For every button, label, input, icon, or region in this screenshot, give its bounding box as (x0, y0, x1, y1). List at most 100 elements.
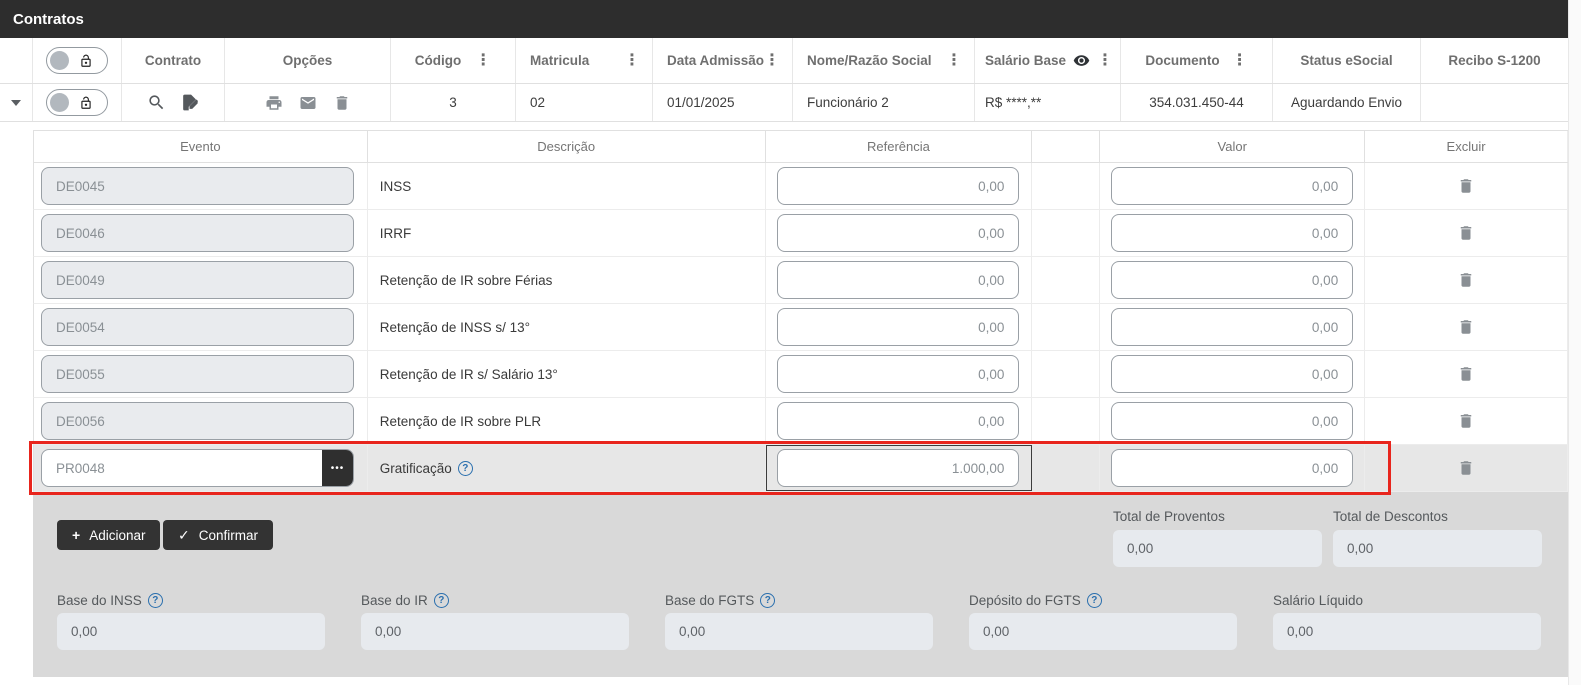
event-code-input[interactable] (42, 450, 322, 486)
event-code-input[interactable] (42, 403, 353, 439)
data-admissao-cell: 01/01/2025 (653, 84, 793, 121)
referencia-input[interactable] (777, 167, 1020, 205)
help-icon[interactable]: ? (433, 593, 449, 608)
valor-input[interactable] (1111, 214, 1354, 252)
visibility-eye-icon[interactable] (1073, 52, 1090, 69)
excluir-cell (1365, 304, 1568, 350)
row-lock-toggle-cell (33, 84, 122, 121)
excluir-cell (1365, 257, 1568, 303)
base-ir-label: Base do IR ? (361, 593, 449, 608)
deposito-fgts-label: Depósito do FGTS ? (969, 593, 1102, 608)
valor-cell (1100, 210, 1366, 256)
event-description: Retenção de INSS s/ 13° (379, 319, 531, 335)
valor-input[interactable] (1111, 355, 1354, 393)
toggle-knob (50, 93, 69, 112)
referencia-input[interactable] (777, 261, 1020, 299)
lock-toggle[interactable] (46, 47, 108, 74)
event-description: INSS (379, 178, 412, 194)
confirm-button[interactable]: ✓ Confirmar (163, 520, 273, 550)
referencia-input[interactable] (777, 449, 1020, 487)
contracts-app: Contratos Contrato Opções Código ⋮ Matri… (0, 0, 1581, 685)
referencia-input[interactable] (777, 214, 1020, 252)
total-descontos-value: 0,00 (1333, 530, 1542, 567)
valor-input[interactable] (1111, 167, 1354, 205)
total-proventos-label: Total de Proventos (1113, 509, 1225, 524)
valor-input[interactable] (1111, 449, 1354, 487)
valor-input[interactable] (1111, 308, 1354, 346)
event-row-highlighted: ••• Gratificação ? (33, 445, 1568, 492)
event-code-input[interactable] (42, 215, 353, 251)
trash-icon[interactable] (1457, 177, 1475, 195)
referencia-input[interactable] (777, 308, 1020, 346)
row-lock-toggle[interactable] (46, 89, 108, 116)
trash-icon[interactable] (1457, 271, 1475, 289)
referencia-cell (766, 163, 1033, 209)
column-menu-icon[interactable]: ⋮ (1232, 52, 1248, 69)
opcoes-actions-cell (225, 84, 391, 121)
edit-document-icon[interactable] (180, 93, 199, 112)
window-titlebar: Contratos (0, 0, 1568, 38)
event-description: Retenção de IR s/ Salário 13° (379, 366, 558, 382)
trash-icon[interactable] (1457, 365, 1475, 383)
event-lookup-button[interactable]: ••• (322, 450, 353, 486)
search-icon[interactable] (147, 93, 166, 112)
events-column-valor: Valor (1100, 131, 1366, 162)
column-header-recibo-s1200: Recibo S-1200 (1448, 53, 1541, 68)
referencia-input[interactable] (777, 355, 1020, 393)
events-column-evento: Evento (34, 131, 368, 162)
event-code-input[interactable] (42, 309, 353, 345)
column-menu-icon[interactable]: ⋮ (946, 52, 962, 69)
lock-open-icon (79, 54, 93, 68)
referencia-input[interactable] (777, 402, 1020, 440)
events-footer-panel: + Adicionar ✓ Confirmar Total de Provent… (33, 492, 1568, 677)
print-icon[interactable] (265, 94, 283, 112)
help-icon[interactable]: ? (457, 460, 473, 476)
scrollbar-track[interactable] (1568, 0, 1581, 685)
events-header-row: Evento Descrição Referência Valor Exclui… (33, 130, 1568, 163)
valor-input[interactable] (1111, 402, 1354, 440)
help-icon[interactable]: ? (760, 593, 776, 608)
trash-icon[interactable] (1457, 412, 1475, 430)
trash-icon[interactable] (333, 94, 351, 112)
valor-input[interactable] (1111, 261, 1354, 299)
event-code-input[interactable] (42, 262, 353, 298)
spacer-cell (1032, 351, 1101, 397)
column-header-contrato: Contrato (122, 38, 225, 83)
expander-cell (0, 84, 33, 121)
descricao-cell: IRRF (368, 210, 766, 256)
toggle-knob (50, 51, 69, 70)
excluir-cell (1365, 210, 1568, 256)
column-header-status-esocial: Status eSocial (1273, 38, 1421, 83)
excluir-cell (1365, 163, 1568, 209)
mail-icon[interactable] (299, 94, 317, 112)
spacer-cell (1032, 398, 1101, 444)
expander-column-header (0, 38, 33, 83)
event-code-input[interactable] (42, 168, 353, 204)
column-menu-icon[interactable]: ⋮ (764, 52, 780, 69)
referencia-cell-focused (765, 445, 1033, 491)
event-description: IRRF (379, 225, 412, 241)
descricao-cell: Gratificação ? (368, 445, 766, 491)
excluir-cell (1365, 445, 1568, 491)
column-menu-icon[interactable]: ⋮ (475, 52, 491, 69)
evento-cell (34, 210, 368, 256)
column-menu-icon[interactable]: ⋮ (624, 52, 640, 69)
base-ir-value: 0,00 (361, 613, 629, 650)
contracts-header-row: Contrato Opções Código ⋮ Matricula ⋮ Dat… (0, 38, 1568, 84)
trash-icon[interactable] (1457, 224, 1475, 242)
trash-icon[interactable] (1457, 459, 1475, 477)
event-row: INSS (33, 163, 1568, 210)
referencia-cell (766, 398, 1033, 444)
collapse-caret-icon[interactable] (11, 99, 21, 106)
referencia-cell (766, 257, 1033, 303)
column-menu-icon[interactable]: ⋮ (1097, 52, 1113, 69)
event-description: Retenção de IR sobre PLR (379, 413, 542, 429)
help-icon[interactable]: ? (147, 593, 163, 608)
base-inss-value: 0,00 (57, 613, 325, 650)
trash-icon[interactable] (1457, 318, 1475, 336)
event-code-input[interactable] (42, 356, 353, 392)
add-event-button[interactable]: + Adicionar (57, 520, 161, 550)
help-icon[interactable]: ? (1086, 593, 1102, 608)
lock-toggle-header-cell (33, 38, 122, 83)
event-description: Retenção de IR sobre Férias (379, 272, 553, 288)
